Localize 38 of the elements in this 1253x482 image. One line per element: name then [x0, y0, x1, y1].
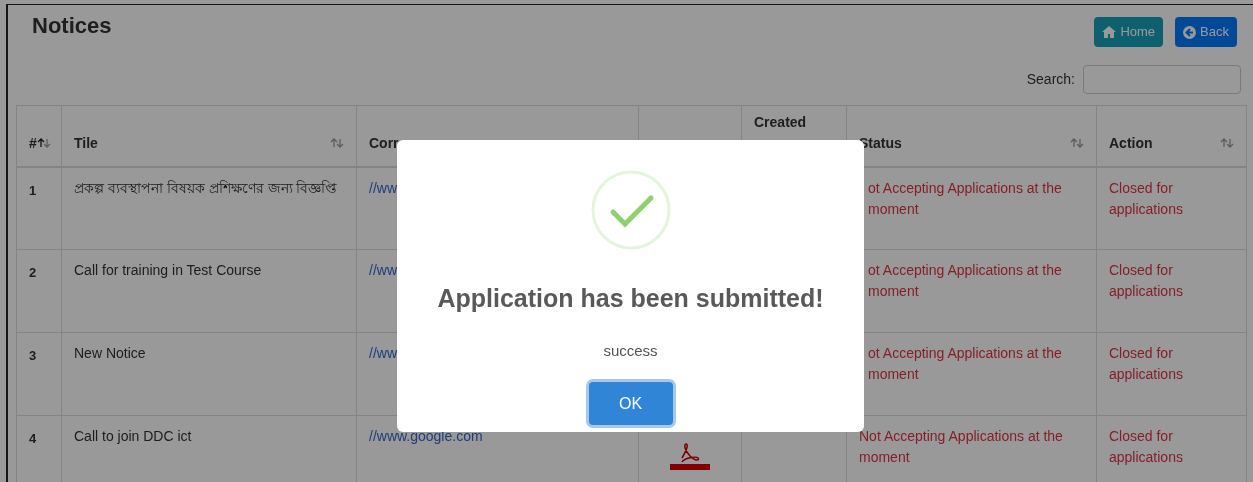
row-number: 1 — [29, 182, 37, 198]
column-header[interactable]: Created — [754, 112, 807, 133]
row-number: 3 — [29, 348, 37, 363]
action-text: Closed for applications — [1109, 428, 1183, 465]
notice-link[interactable]: //ww — [369, 345, 397, 361]
notice-title: প্রকল্প ব্যবস্থাপনা বিষয়ক প্রশিক্ষণের জন্য বিজ্ঞপ্তি — [74, 179, 338, 196]
dialog-message: success — [603, 340, 658, 361]
search-label: Search: — [1026, 70, 1075, 89]
notice-link[interactable]: //ww — [369, 179, 397, 196]
back-arrow-icon — [1183, 25, 1197, 39]
sort-icon[interactable] — [36, 138, 51, 148]
row-number: 2 — [29, 265, 37, 280]
page-title: Notices — [32, 12, 112, 40]
home-icon — [1102, 26, 1117, 38]
search-field[interactable] — [1083, 65, 1241, 94]
action-text: Closed for applications — [1109, 345, 1183, 382]
column-header[interactable]: Corr — [369, 132, 399, 154]
notice-link[interactable]: //www.google.com — [369, 428, 483, 444]
status-text: Not Accepting Applications at the moment — [859, 428, 1063, 465]
row-number: 4 — [29, 431, 37, 446]
back-button[interactable]: Back — [1175, 17, 1237, 47]
check-circle-icon — [590, 170, 671, 250]
column-header[interactable]: # — [29, 132, 37, 154]
home-button[interactable]: Home — [1094, 17, 1164, 47]
column-header[interactable]: Tile — [74, 132, 98, 154]
action-text: Closed for applications — [1109, 262, 1183, 299]
notice-title: Call to join DDC ict — [74, 428, 192, 444]
status-text: ot Accepting Applications at the moment — [868, 262, 1062, 299]
status-text: ot Accepting Applications at the moment — [868, 345, 1062, 382]
notice-title: Call for training in Test Course — [74, 262, 262, 278]
action-text: Closed for applications — [1109, 179, 1183, 217]
pdf-file-icon[interactable] — [670, 440, 710, 470]
column-header[interactable]: Action — [1109, 132, 1153, 154]
notice-title: New Notice — [74, 345, 146, 361]
ok-button[interactable]: OK — [588, 382, 673, 425]
notice-link[interactable]: //ww — [369, 262, 397, 278]
status-text: ot Accepting Applications at the moment — [868, 179, 1062, 217]
dialog-title: Application has been submitted! — [437, 283, 824, 314]
